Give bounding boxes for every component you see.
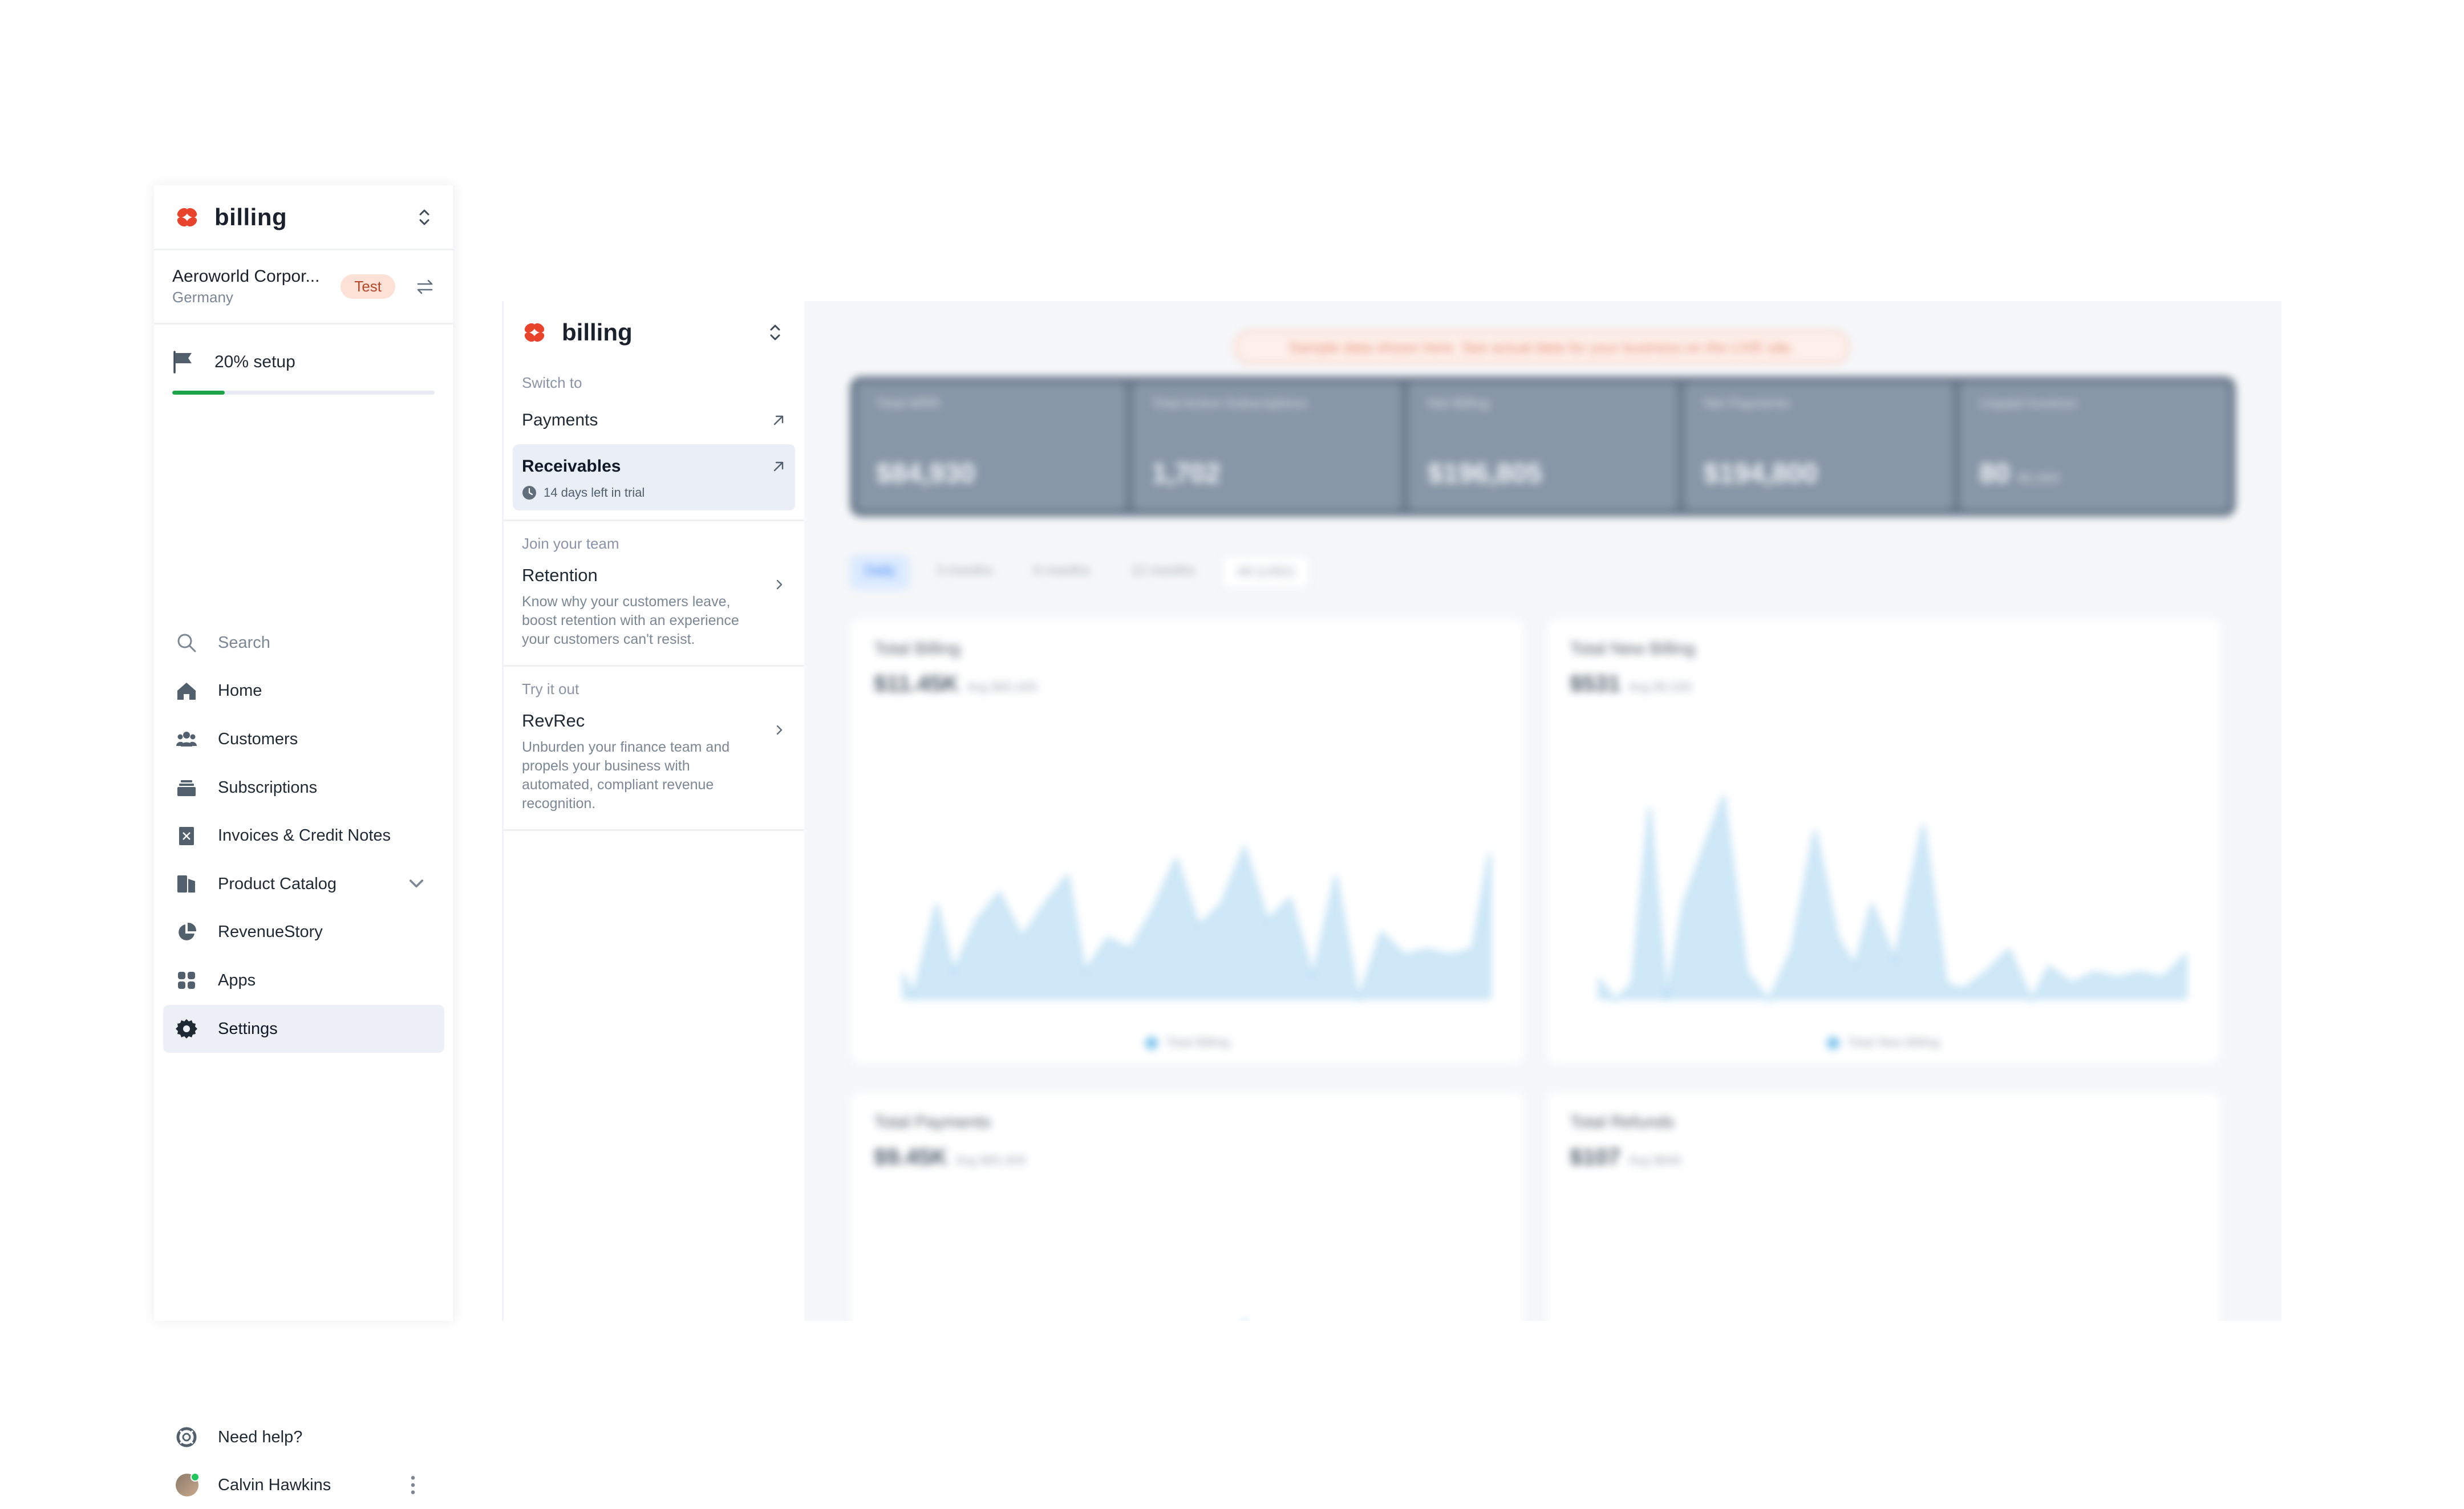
sidebar-footer: Need help? Calvin Hawkins [163,1413,444,1509]
sidebar-item-product-catalog[interactable]: Product Catalog [163,860,444,908]
tab-3-months[interactable]: 3 months [921,555,1007,589]
chevron-right-icon [776,579,783,590]
revrec-description: Unburden your finance team and propels y… [522,739,730,812]
home-icon [177,682,196,700]
panel-header: billing [504,301,804,364]
divider [504,665,804,667]
sidebar-item-home[interactable]: Home [163,667,444,716]
kpi-card: Total Active Subscriptions 1,702 [1132,383,1402,510]
dashboard-background: Sample data shown here. See actual data … [804,301,2281,1321]
kpi-card: Net Billing $196,805 [1408,383,1677,510]
tab-daily[interactable]: Daily [850,555,910,589]
setup-progress[interactable]: 20% setup [154,324,453,412]
tab-12-months[interactable]: 12 months [1116,555,1210,589]
area-chart [1598,1206,2191,1321]
apps-grid-icon [178,972,195,989]
tab-6-months[interactable]: 6 months [1019,555,1105,589]
more-vertical-icon[interactable] [402,1474,424,1496]
join-team-heading: Join your team [522,535,619,552]
billing-logo-icon [524,323,545,342]
area-chart [902,844,1491,1001]
kpi-card: Unpaid Invoices 80 $5,000 [1960,383,2229,510]
external-arrow-icon [773,461,784,472]
kpi-strip: Total MRR $84,930 Total Active Subscripti… [850,376,2236,517]
user-profile[interactable]: Calvin Hawkins [163,1461,444,1509]
product-catalog-icon [177,875,195,893]
payments-link[interactable]: Payments [504,396,804,444]
chevron-right-icon [776,725,783,735]
kpi-card: Net Payments $194,800 [1684,383,1954,510]
test-mode-badge: Test [341,274,395,299]
sample-data-notice: Sample data shown here. See actual data … [1235,331,1849,364]
chart-card: Total Refunds $107 Avg $846 [1546,1091,2221,1321]
need-help-button[interactable]: Need help? [163,1413,444,1461]
invoice-icon [179,826,194,845]
swap-arrows-icon[interactable] [415,278,435,295]
avatar [176,1473,200,1496]
sidebar-header: billing [154,185,453,250]
currency-select[interactable]: All (USD) [1221,555,1310,589]
area-chart [1598,795,2187,1003]
sidebar-item-customers[interactable]: Customers [163,715,444,764]
chevron-down-icon[interactable] [406,873,427,895]
sidebar-item-apps[interactable]: Apps [163,956,444,1005]
billing-logo-icon [177,208,197,226]
sidebar-item-revenuestory[interactable]: RevenueStory [163,908,444,957]
period-tabs: Daily 3 months 6 months 12 months All (U… [850,555,1310,589]
sidebar-item-subscriptions[interactable]: Subscriptions [163,764,444,812]
retention-description: Know why your customers leave, boost ret… [522,594,739,647]
panel-brand-name: billing [562,319,633,346]
chart-card: Total New Billing $531 Avg $5,026 Total N… [1546,618,2221,1065]
chart-card: Total Billing $11.45K Avg $65,409 Total B… [850,618,1525,1065]
external-arrow-icon [773,415,784,425]
search-icon [177,634,196,652]
retention-feature[interactable]: Retention Know why your customers leave,… [504,553,804,665]
organization-country: Germany [172,289,233,306]
gear-icon [176,1019,197,1039]
switch-to-heading: Switch to [522,374,582,391]
kpi-card: Total MRR $84,930 [857,383,1126,510]
pie-chart-icon [179,922,197,940]
retention-title: Retention [522,565,598,585]
chart-card: Total Payments $9.45K Avg $65,409 [850,1091,1525,1321]
revrec-title: RevRec [522,711,585,731]
setup-progress-fill [172,391,225,395]
user-name: Calvin Hawkins [218,1475,331,1494]
setup-progress-bar [172,391,435,395]
receivables-link[interactable]: Receivables 14 days left in trial [513,444,795,510]
customers-icon [176,732,197,747]
brand-name: billing [214,203,287,230]
chevron-up-down-icon[interactable] [767,321,784,344]
main-sidebar: billing Aeroworld Corpor... Germany Test… [154,185,454,1496]
trial-status: 14 days left in trial [522,485,786,500]
divider [504,520,804,521]
subscriptions-icon [177,780,196,797]
area-chart [1243,1317,1246,1321]
try-it-out-heading: Try it out [522,680,579,697]
revrec-feature[interactable]: RevRec Unburden your finance team and pr… [504,698,804,829]
setup-label: 20% setup [214,352,295,371]
organization-name: Aeroworld Corpor... [172,267,320,286]
product-switcher-panel: billing Switch to Payments Receivables 1… [502,301,806,1321]
flag-icon [173,351,192,374]
clock-icon [522,486,536,500]
help-lifebuoy-icon [176,1427,197,1447]
sidebar-item-search[interactable]: Search [163,619,444,667]
divider [504,829,804,831]
sidebar-item-invoices[interactable]: Invoices & Credit Notes [163,812,444,860]
sidebar-nav: Search Home Customers Subscriptions Invo… [163,619,444,1053]
chevron-up-down-icon[interactable] [416,206,433,229]
organization-switcher[interactable]: Aeroworld Corpor... Germany Test [154,250,453,324]
sidebar-item-settings[interactable]: Settings [163,1004,444,1053]
